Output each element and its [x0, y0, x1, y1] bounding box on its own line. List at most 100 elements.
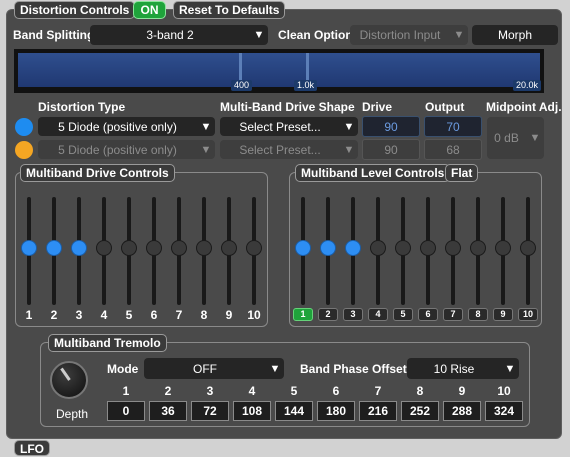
slider-knob[interactable] [445, 240, 461, 256]
band-splitting-select[interactable]: 3-band 2 ▼ [90, 25, 268, 45]
slider-knob[interactable] [146, 240, 162, 256]
slider-knob[interactable] [21, 240, 37, 256]
band-select-button[interactable]: 5 [393, 308, 413, 321]
band-select-button[interactable]: 3 [343, 308, 363, 321]
reset-defaults-button[interactable]: Reset To Defaults [173, 1, 286, 19]
band-number-label: 6 [150, 308, 158, 322]
phase-offsets-value: 10 Rise [433, 361, 475, 376]
dropdown-arrow-icon: ▼ [200, 120, 212, 133]
flat-button[interactable]: Flat [445, 164, 479, 182]
knob-pointer-icon [60, 367, 71, 381]
slider-knob[interactable] [420, 240, 436, 256]
band-select-button[interactable]: 10 [518, 308, 538, 321]
output-input[interactable]: 68 [424, 139, 482, 160]
level-controls-panel: 1 2 3 4 5 6 7 8 9 10 [289, 172, 542, 327]
slider-knob[interactable] [196, 240, 212, 256]
phase-offset-input[interactable]: 216 [359, 401, 397, 421]
band-number-label: 8 [200, 308, 208, 322]
slider-knob[interactable] [295, 240, 311, 256]
drive-input[interactable]: 90 [362, 116, 420, 137]
band-select-button[interactable]: 1 [293, 308, 313, 321]
band-select-button[interactable]: 7 [443, 308, 463, 321]
dropdown-arrow-icon: ▼ [253, 29, 265, 41]
phase-offset-input[interactable]: 180 [317, 401, 355, 421]
spectrum-band-fill [18, 53, 540, 87]
phase-offset-input[interactable]: 108 [233, 401, 271, 421]
band-select-button[interactable]: 6 [418, 308, 438, 321]
band-number-label: 1 [25, 308, 33, 322]
distortion-type-value: 5 Diode (positive only) [58, 142, 177, 157]
slider-knob[interactable] [495, 240, 511, 256]
slider-knob[interactable] [71, 240, 87, 256]
tremolo-title: Multiband Tremolo [48, 334, 167, 352]
output-header: Output [425, 100, 465, 114]
band-number-label: 5 [125, 308, 133, 322]
phase-offset-input[interactable]: 324 [485, 401, 523, 421]
slider-knob[interactable] [520, 240, 536, 256]
tremolo-mode-value: OFF [193, 361, 217, 376]
frequency-marker: 20.0k [513, 80, 542, 91]
drive-shape-value: Select Preset... [239, 119, 321, 134]
band-select-button[interactable]: 2 [318, 308, 338, 321]
depth-knob[interactable] [50, 361, 88, 399]
band-select-button[interactable]: 8 [468, 308, 488, 321]
drive-shape-select[interactable]: Select Preset... ▼ [220, 117, 358, 136]
drive-shape-value: Select Preset... [239, 142, 321, 157]
slider-knob[interactable] [96, 240, 112, 256]
slider-knob[interactable] [246, 240, 262, 256]
slider-knob[interactable] [46, 240, 62, 256]
midpoint-value: 0 dB [494, 131, 519, 145]
slider-knob[interactable] [171, 240, 187, 256]
lfo-tab[interactable]: LFO [14, 440, 50, 456]
drive-input[interactable]: 90 [362, 139, 420, 160]
phase-offset-input[interactable]: 252 [401, 401, 439, 421]
drive-shape-select[interactable]: Select Preset... ▼ [220, 140, 358, 159]
phase-offset-input[interactable]: 72 [191, 401, 229, 421]
dropdown-arrow-icon: ▼ [453, 29, 465, 41]
band-number-label: 4 [100, 308, 108, 322]
dropdown-arrow-icon: ▼ [343, 120, 355, 133]
band-color-dot-orange [15, 141, 33, 159]
midpoint-adjust-select[interactable]: 0 dB ▼ [487, 117, 544, 159]
slider-knob[interactable] [470, 240, 486, 256]
distortion-type-select[interactable]: 5 Diode (positive only) ▼ [38, 140, 215, 159]
distortion-type-select[interactable]: 5 Diode (positive only) ▼ [38, 117, 215, 136]
drive-header: Drive [362, 100, 393, 114]
morph-label: Morph [497, 28, 532, 42]
panel-title: Distortion Controls [14, 1, 136, 19]
output-input[interactable]: 70 [424, 116, 482, 137]
slider-knob[interactable] [221, 240, 237, 256]
frequency-marker: 400 [231, 80, 253, 91]
spectrum-display[interactable]: 400 1.0k 20.0k [14, 49, 544, 93]
band-number-label: 3 [75, 308, 83, 322]
mode-label: Mode [107, 362, 139, 376]
phase-offsets-label: Band Phase Offsets [300, 362, 414, 376]
distortion-on-toggle[interactable]: ON [133, 1, 166, 19]
clean-option-select[interactable]: Distortion Input ▼ [350, 25, 468, 45]
phase-offset-input[interactable]: 36 [149, 401, 187, 421]
slider-knob[interactable] [370, 240, 386, 256]
band-select-button[interactable]: 9 [493, 308, 513, 321]
phase-offset-input[interactable]: 144 [275, 401, 313, 421]
distortion-type-header: Distortion Type [38, 100, 126, 114]
phase-offsets-select[interactable]: 10 Rise ▼ [407, 358, 519, 379]
morph-button[interactable]: Morph [472, 25, 558, 45]
dropdown-arrow-icon: ▼ [343, 143, 355, 156]
level-controls-title: Multiband Level Controls [295, 164, 451, 182]
phase-offset-input[interactable]: 0 [107, 401, 145, 421]
drive-shape-header: Multi-Band Drive Shape [220, 100, 355, 114]
dropdown-arrow-icon: ▼ [529, 132, 541, 144]
band-splitting-value: 3-band 2 [146, 28, 194, 42]
clean-option-value: Distortion Input [359, 28, 441, 42]
band-number-label: 10 [247, 308, 261, 322]
slider-knob[interactable] [345, 240, 361, 256]
dropdown-arrow-icon: ▼ [269, 362, 281, 375]
slider-knob[interactable] [320, 240, 336, 256]
tremolo-mode-select[interactable]: OFF ▼ [144, 358, 284, 379]
slider-knob[interactable] [395, 240, 411, 256]
band-select-button[interactable]: 4 [368, 308, 388, 321]
slider-knob[interactable] [121, 240, 137, 256]
phase-offset-input[interactable]: 288 [443, 401, 481, 421]
toggle-label: ON [140, 3, 159, 17]
dropdown-arrow-icon: ▼ [200, 143, 212, 156]
